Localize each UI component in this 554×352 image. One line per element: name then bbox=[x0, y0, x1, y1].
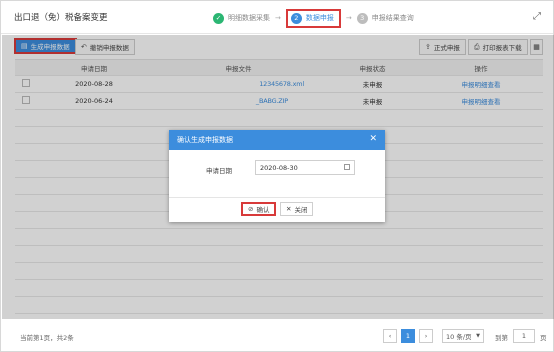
check-circle-icon: ⊘ bbox=[248, 205, 254, 213]
dialog-title: 确认生成申报数据 bbox=[177, 136, 233, 144]
confirm-dialog: 确认生成申报数据 ✕ 申请日期 2020-08-30 ⊘ 确认 ✕ 关闭 bbox=[169, 130, 385, 222]
x-icon: ✕ bbox=[286, 205, 292, 213]
step-progress: ✓ 明细数据采集 → 2 数据申报 → 3 申报结果查询 bbox=[213, 8, 414, 28]
step-3-number: 3 bbox=[356, 12, 368, 24]
date-value: 2020-08-30 bbox=[260, 163, 298, 172]
page-header: 出口退（免）税备案变更 ✓ 明细数据采集 → 2 数据申报 → 3 申报结果查询… bbox=[1, 1, 553, 34]
page-size-select[interactable]: 10 条/页 ▼ bbox=[442, 329, 484, 343]
dialog-footer: ⊘ 确认 ✕ 关闭 bbox=[169, 198, 385, 222]
page-title: 出口退（免）税备案变更 bbox=[14, 13, 108, 23]
confirm-label: 确认 bbox=[256, 206, 270, 214]
goto-page-input[interactable]: 1 bbox=[513, 329, 535, 343]
goto-label: 到第 bbox=[495, 334, 508, 342]
arrow-right-icon: → bbox=[345, 14, 352, 22]
close-button[interactable]: ✕ 关闭 bbox=[280, 202, 314, 216]
caret-down-icon: ▼ bbox=[476, 333, 480, 339]
step-1[interactable]: ✓ 明细数据采集 bbox=[213, 12, 270, 24]
app-window: 出口退（免）税备案变更 ✓ 明细数据采集 → 2 数据申报 → 3 申报结果查询… bbox=[0, 0, 554, 352]
arrow-right-icon: → bbox=[275, 14, 281, 22]
step-2-number: 2 bbox=[290, 12, 302, 24]
page-summary: 当前第1页，共2条 bbox=[20, 334, 74, 342]
confirm-button[interactable]: ⊘ 确认 bbox=[241, 202, 277, 216]
calendar-icon[interactable] bbox=[344, 164, 350, 170]
dialog-header: 确认生成申报数据 ✕ bbox=[169, 130, 385, 150]
date-input[interactable]: 2020-08-30 bbox=[255, 160, 355, 175]
next-page-button[interactable]: › bbox=[419, 329, 433, 343]
step-3-label: 申报结果查询 bbox=[371, 14, 414, 22]
step-2-label: 数据申报 bbox=[305, 14, 334, 22]
check-icon: ✓ bbox=[213, 12, 224, 24]
close-label: 关闭 bbox=[294, 206, 308, 214]
date-label: 申请日期 bbox=[206, 167, 232, 175]
dialog-body: 申请日期 2020-08-30 bbox=[169, 150, 385, 198]
page-unit-label: 页 bbox=[540, 334, 547, 342]
step-3[interactable]: 3 申报结果查询 bbox=[356, 12, 414, 24]
current-page-button[interactable]: 1 bbox=[401, 329, 415, 343]
close-icon[interactable]: ✕ bbox=[369, 134, 377, 144]
expand-icon[interactable]: ⤢ bbox=[531, 11, 543, 23]
pagination-bar: 当前第1页，共2条 ‹ 1 › 10 条/页 ▼ 到第 1 页 bbox=[2, 323, 554, 351]
step-1-label: 明细数据采集 bbox=[228, 14, 270, 22]
prev-page-button[interactable]: ‹ bbox=[383, 329, 397, 343]
step-2[interactable]: 2 数据申报 bbox=[285, 8, 341, 28]
